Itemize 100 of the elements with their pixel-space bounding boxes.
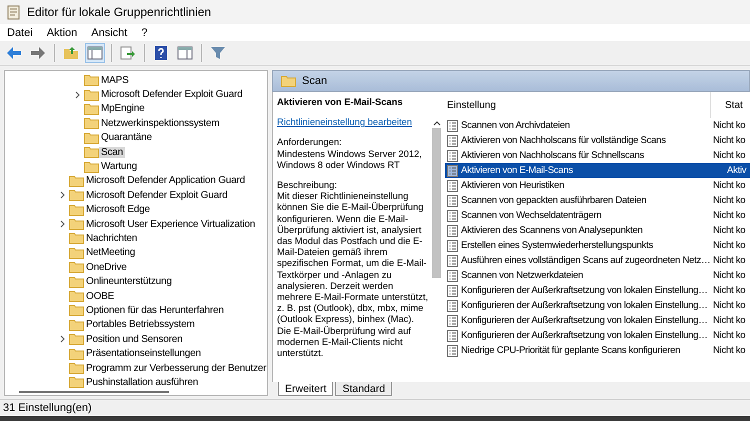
tree-item[interactable]: OOBE <box>84 290 116 302</box>
setting-name: Aktivieren von E-Mail-Scans <box>461 165 573 176</box>
setting-name: Aktivieren von Nachholscans für Schnellscans <box>461 150 644 161</box>
chevron-icon[interactable] <box>60 220 66 228</box>
tree-item[interactable]: Scan <box>99 146 125 158</box>
tree-item[interactable]: Pushinstallation ausführen <box>84 376 200 388</box>
folder-icon <box>84 74 99 86</box>
folder-icon <box>69 232 84 244</box>
folder-icon <box>69 276 84 288</box>
tree-item[interactable]: MAPS <box>99 74 131 86</box>
table-row[interactable]: Konfigurieren der Außerkraftsetzung von lokalen Einstellung… Nicht ko <box>445 298 750 313</box>
setting-name: Aktivieren von Heuristiken <box>461 180 564 191</box>
chevron-icon[interactable] <box>75 90 81 99</box>
setting-status: Nicht ko <box>713 270 746 281</box>
table-row[interactable]: Aktivieren von E-Mail-Scans Aktiv <box>445 163 750 178</box>
table-row[interactable]: Scannen von Archivdateien Nicht ko <box>445 118 750 133</box>
tree-item[interactable]: MpEngine <box>99 103 146 114</box>
folder-icon <box>84 132 99 144</box>
status-text: 31 Einstellung(en) <box>3 402 92 414</box>
tree-item[interactable]: Quarantäne <box>99 132 154 144</box>
scroll-up-icon[interactable] <box>432 120 440 126</box>
setting-name: Konfigurieren der Außerkraftsetzung von lokalen Einstellung… <box>461 300 708 311</box>
table-row[interactable]: Niedrige CPU-Priorität für geplante Scans konfigurieren Nicht ko <box>445 343 750 358</box>
setting-name: Konfigurieren der Außerkraftsetzung von lokalen Einstellung… <box>461 315 708 326</box>
table-row[interactable]: Konfigurieren der Außerkraftsetzung von lokalen Einstellung… Nicht ko <box>445 328 750 343</box>
view-tab[interactable]: Standard <box>335 382 392 396</box>
column-header[interactable]: Einstellung <box>445 92 711 118</box>
setting-status: Nicht ko <box>713 210 746 221</box>
tree-item[interactable]: Optionen für das Herunterfahren <box>84 304 226 316</box>
tree-item[interactable]: OneDrive <box>84 262 129 273</box>
folder-icon <box>84 146 99 158</box>
setting-icon <box>447 194 458 206</box>
setting-heading: Aktivieren von E-Mail-Scans <box>277 96 404 108</box>
setting-name: Konfigurieren der Außerkraftsetzung von lokalen Einstellung… <box>461 330 708 341</box>
setting-status: Nicht ko <box>713 225 746 236</box>
setting-name: Scannen von gepackten ausführbaren Dateien <box>461 195 646 206</box>
folder-icon <box>84 117 99 130</box>
tree-item[interactable]: Position und Sensoren <box>84 334 184 345</box>
table-row[interactable]: Konfigurieren der Außerkraftsetzung von lokalen Einstellung… Nicht ko <box>445 283 750 298</box>
tree-item[interactable]: Programm zur Verbesserung der Benutzer <box>84 362 268 374</box>
tree-item[interactable]: Microsoft Defender Exploit Guard <box>84 190 230 201</box>
tree-item[interactable]: NetMeeting <box>84 247 138 258</box>
setting-name: Niedrige CPU-Priorität für geplante Scans konfigurieren <box>461 345 680 356</box>
chevron-icon[interactable] <box>60 191 66 200</box>
table-row[interactable]: Aktivieren von Nachholscans für Schnellscans Nicht ko <box>445 148 750 163</box>
setting-status: Nicht ko <box>713 150 746 161</box>
folder-icon <box>69 304 84 316</box>
setting-name: Ausführen eines vollständigen Scans auf zugeordneten Netz… <box>461 255 710 266</box>
tree-item[interactable]: Nachrichten <box>84 232 140 244</box>
menu-item[interactable]: Datei <box>7 26 33 38</box>
setting-status: Nicht ko <box>713 120 746 131</box>
view-tab[interactable]: Erweitert <box>278 382 334 396</box>
setting-icon <box>447 150 458 162</box>
table-row[interactable]: Aktivieren von Heuristiken Nicht ko <box>445 178 750 193</box>
folder-icon <box>84 160 99 173</box>
tree-item[interactable]: Microsoft User Experience Virtualization <box>84 218 258 230</box>
folder-icon <box>69 218 84 230</box>
tree-item[interactable]: Präsentationseinstellungen <box>84 348 203 360</box>
setting-name: Konfigurieren der Außerkraftsetzung von lokalen Einstellung… <box>461 285 708 296</box>
table-row[interactable]: Erstellen eines Systemwiederherstellungspunkts Nicht ko <box>445 238 750 253</box>
app-icon <box>7 4 21 20</box>
setting-status: Nicht ko <box>713 345 746 356</box>
setting-icon <box>447 270 458 282</box>
menu-item[interactable]: ? <box>141 26 148 38</box>
tree-item[interactable]: Microsoft Defender Application Guard <box>84 175 247 186</box>
tree-item[interactable]: Microsoft Defender Exploit Guard <box>99 89 244 100</box>
edit-policy-link[interactable]: Richtlinieneinstellung bearbeiten <box>277 116 412 128</box>
scrollbar-thumb[interactable] <box>19 391 169 394</box>
table-row[interactable]: Scannen von Netzwerkdateien Nicht ko <box>445 268 750 283</box>
setting-icon <box>447 300 458 312</box>
console-tree-icon[interactable] <box>85 43 105 63</box>
folder-icon <box>69 290 84 302</box>
setting-name: Aktivieren von Nachholscans für vollständige Scans <box>461 135 666 146</box>
table-row[interactable]: Aktivieren von Nachholscans für vollständige Scans Nicht ko <box>445 133 750 148</box>
menu-item[interactable]: Ansicht <box>91 26 128 38</box>
setting-name: Scannen von Netzwerkdateien <box>461 270 584 281</box>
folder-icon <box>69 376 84 388</box>
chevron-icon[interactable] <box>60 335 66 344</box>
menu-item[interactable]: Aktion <box>46 26 78 38</box>
setting-icon <box>447 314 458 326</box>
setting-status: Nicht ko <box>713 330 746 341</box>
setting-icon <box>447 240 458 252</box>
table-row[interactable]: Ausführen eines vollständigen Scans auf zugeordneten Netz… Nicht ko <box>445 253 750 268</box>
tree-item[interactable]: Microsoft Edge <box>84 204 152 216</box>
table-row[interactable]: Scannen von Wechseldatenträgern Nicht ko <box>445 208 750 223</box>
tree-item[interactable]: Portables Betriebssystem <box>84 319 197 330</box>
setting-name: Erstellen eines Systemwiederherstellungspunkts <box>461 240 654 251</box>
scrollbar-thumb[interactable] <box>432 128 441 278</box>
setting-status: Nicht ko <box>713 195 746 206</box>
setting-name: Scannen von Archivdateien <box>461 120 570 131</box>
table-row[interactable]: Aktivieren des Scannens von Analysepunkten Nicht ko <box>445 223 750 238</box>
tree-item[interactable]: Netzwerkinspektionssystem <box>99 118 222 129</box>
table-row[interactable]: Scannen von gepackten ausführbaren Dateien Nicht ko <box>445 193 750 208</box>
folder-icon <box>69 246 84 259</box>
tree-item[interactable]: Onlineunterstützung <box>84 276 174 288</box>
folder-icon <box>84 88 99 101</box>
tree-item[interactable]: Wartung <box>99 161 140 172</box>
setting-icon <box>447 180 458 192</box>
column-header[interactable]: Stat <box>711 92 750 118</box>
table-row[interactable]: Konfigurieren der Außerkraftsetzung von lokalen Einstellung… Nicht ko <box>445 313 750 328</box>
